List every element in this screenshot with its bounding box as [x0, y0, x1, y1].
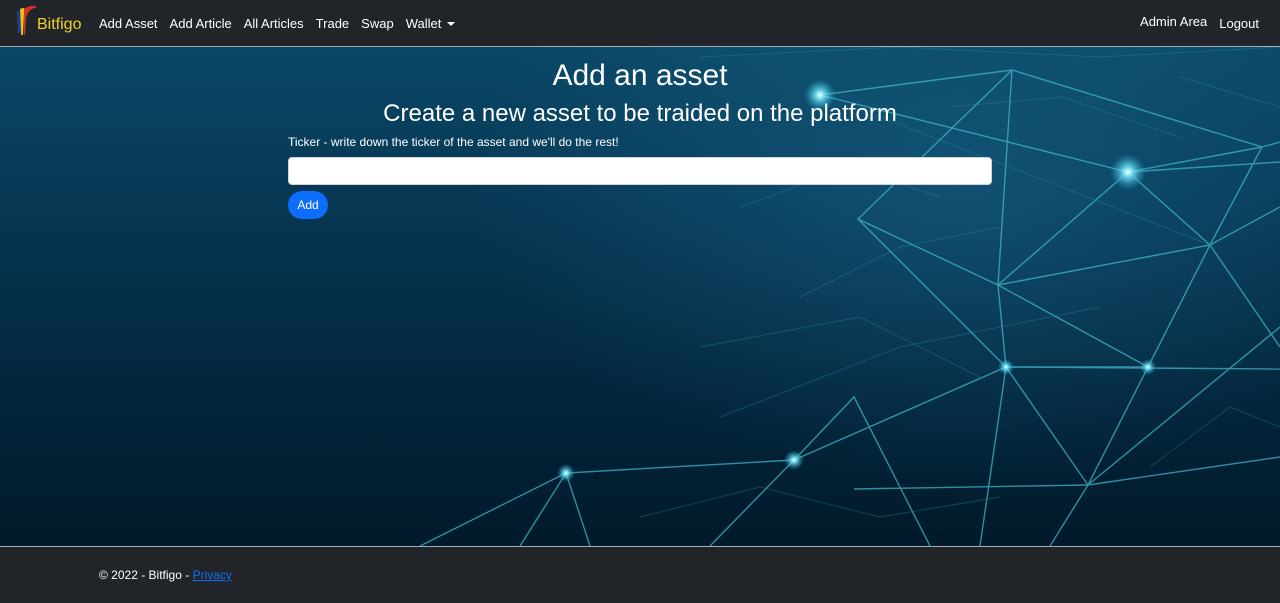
nav-wallet-dropdown[interactable]: Wallet	[400, 16, 462, 31]
brand-name: Bitfigo	[37, 16, 82, 33]
page-subtitle: Create a new asset to be traided on the …	[383, 100, 897, 127]
footer-text: © 2022 - Bitfigo - Privacy	[99, 568, 232, 582]
bitfigo-logo-icon	[17, 5, 37, 35]
page-title: Add an asset	[552, 59, 728, 92]
add-button[interactable]: Add	[288, 191, 328, 219]
brand-link[interactable]: Bitfigo	[14, 3, 81, 43]
nav-logout[interactable]: Logout	[1213, 16, 1265, 31]
main-content: Add an asset Create a new asset to be tr…	[0, 47, 1280, 546]
privacy-link[interactable]: Privacy	[193, 568, 232, 582]
nav-add-article[interactable]: Add Article	[164, 16, 238, 31]
nav-swap[interactable]: Swap	[355, 16, 400, 31]
nav-right: Admin Area Logout	[1134, 0, 1265, 46]
nav-add-asset[interactable]: Add Asset	[93, 16, 164, 31]
nav-wallet-label: Wallet	[405, 15, 442, 31]
copyright-text: © 2022 - Bitfigo -	[99, 568, 193, 582]
nav-all-articles[interactable]: All Articles	[238, 16, 310, 31]
ticker-label: Ticker - write down the ticker of the as…	[288, 135, 619, 149]
nav-links: Add Asset Add Article All Articles Trade…	[93, 0, 461, 46]
top-navbar: Bitfigo Add Asset Add Article All Articl…	[0, 0, 1280, 47]
nav-trade[interactable]: Trade	[310, 16, 355, 31]
footer: © 2022 - Bitfigo - Privacy	[0, 546, 1280, 603]
nav-admin-area[interactable]: Admin Area	[1134, 14, 1213, 29]
ticker-input[interactable]	[288, 157, 992, 185]
caret-down-icon	[447, 21, 456, 26]
